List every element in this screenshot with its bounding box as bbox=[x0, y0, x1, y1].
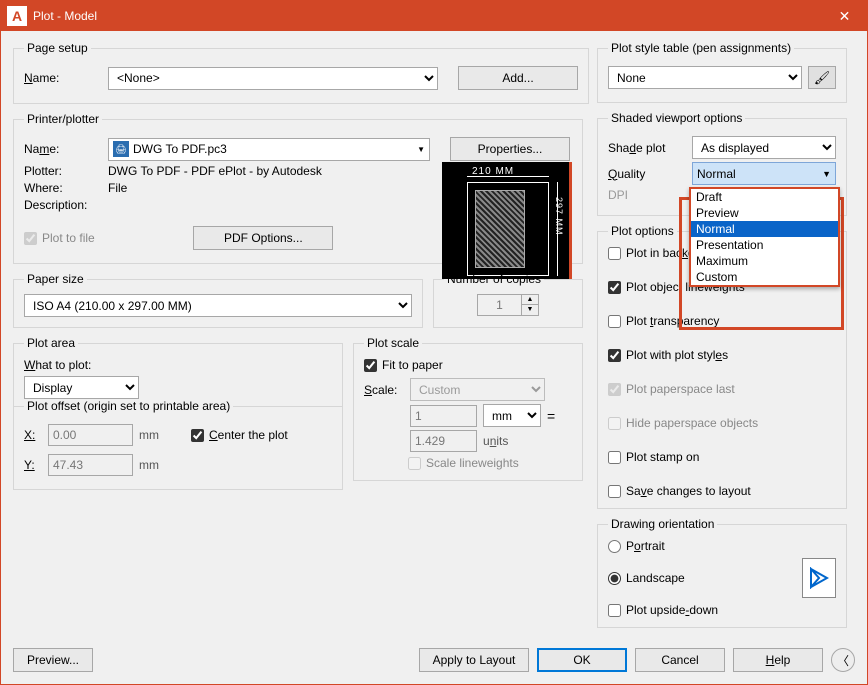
plot-offset-legend: Plot offset (origin set to printable are… bbox=[24, 399, 233, 413]
plot-style-select[interactable]: None bbox=[608, 66, 802, 89]
what-to-plot-label: What to plot: bbox=[24, 358, 332, 372]
page-setup-legend: Page setup bbox=[24, 41, 91, 55]
plot-stamp-checkbox[interactable]: Plot stamp on bbox=[608, 450, 836, 464]
shaded-viewport-group: Shaded viewport options Shade plot As di… bbox=[597, 111, 847, 216]
page-setup-group: Page setup Name: <None> Add... bbox=[13, 41, 589, 104]
preview-height-label: 297 MM bbox=[554, 197, 564, 236]
orientation-group: Drawing orientation Portrait Landscape P… bbox=[597, 517, 847, 628]
where-value: File bbox=[108, 181, 127, 195]
x-mm: mm bbox=[139, 428, 159, 442]
shade-plot-select[interactable]: As displayed bbox=[692, 136, 836, 159]
paper-preview: 210 MM 297 MM bbox=[442, 162, 572, 282]
collapse-button[interactable]: 〈 bbox=[831, 648, 855, 672]
window-title: Plot - Model bbox=[33, 9, 822, 23]
orientation-legend: Drawing orientation bbox=[608, 517, 717, 531]
hide-paperspace-checkbox: Hide paperspace objects bbox=[608, 416, 836, 430]
paper-size-legend: Paper size bbox=[24, 272, 87, 286]
paintbrush-icon: 🖌 bbox=[814, 70, 831, 86]
plot-paperspace-checkbox: Plot paperspace last bbox=[608, 382, 836, 396]
plotter-value: DWG To PDF - PDF ePlot - by Autodesk bbox=[108, 164, 322, 178]
y-label: Y: bbox=[24, 458, 42, 472]
quality-option-maximum[interactable]: Maximum bbox=[691, 253, 838, 269]
scale-lineweights-checkbox: Scale lineweights bbox=[408, 456, 572, 470]
plot-style-group: Plot style table (pen assignments) None … bbox=[597, 41, 847, 103]
description-label: Description: bbox=[24, 198, 102, 212]
properties-button[interactable]: Properties... bbox=[450, 137, 570, 161]
center-plot-checkbox[interactable]: Center the plot bbox=[191, 428, 288, 442]
copies-legend: Number of copies bbox=[444, 272, 544, 286]
ok-button[interactable]: OK bbox=[537, 648, 627, 672]
quality-option-custom[interactable]: Custom bbox=[691, 269, 838, 285]
y-mm: mm bbox=[139, 458, 159, 472]
printer-group: Printer/plotter Name: 🖨 DWG To PDF.pc3 ▼… bbox=[13, 112, 583, 264]
plot-scale-legend: Plot scale bbox=[364, 336, 422, 350]
paper-size-group: Paper size ISO A4 (210.00 x 297.00 MM) bbox=[13, 272, 423, 328]
plot-style-legend: Plot style table (pen assignments) bbox=[608, 41, 794, 55]
scale-label: Scale: bbox=[364, 383, 404, 397]
cancel-button[interactable]: Cancel bbox=[635, 648, 725, 672]
plot-styles-checkbox[interactable]: Plot with plot styles bbox=[608, 348, 836, 362]
copies-input[interactable] bbox=[477, 294, 522, 316]
plot-options-legend: Plot options bbox=[608, 224, 677, 238]
x-label: X: bbox=[24, 428, 42, 442]
quality-select[interactable]: Normal▼ Draft Preview Normal Presentatio… bbox=[692, 162, 836, 185]
app-logo-icon: A bbox=[7, 6, 27, 26]
shade-plot-label: Shade plot bbox=[608, 141, 686, 155]
landscape-radio[interactable]: Landscape bbox=[608, 571, 794, 585]
plot-to-file-checkbox: Plot to file bbox=[24, 231, 95, 245]
dpi-label: DPI bbox=[608, 188, 686, 202]
printer-name-select[interactable]: 🖨 DWG To PDF.pc3 ▼ bbox=[108, 138, 430, 161]
apply-layout-button[interactable]: Apply to Layout bbox=[419, 648, 529, 672]
portrait-radio[interactable]: Portrait bbox=[608, 539, 794, 553]
quality-label: Quality bbox=[608, 167, 686, 181]
plot-style-edit-button[interactable]: 🖌 bbox=[808, 66, 836, 89]
printer-name-label: Name: bbox=[24, 142, 102, 156]
x-input[interactable] bbox=[48, 424, 133, 446]
copies-group: Number of copies ▲▼ bbox=[433, 272, 583, 328]
pdf-options-button[interactable]: PDF Options... bbox=[193, 226, 333, 250]
scale-select[interactable]: Custom bbox=[410, 378, 545, 401]
scale-units-count[interactable] bbox=[410, 430, 477, 452]
page-setup-name-label: Name: bbox=[24, 71, 102, 85]
preview-button[interactable]: Preview... bbox=[13, 648, 93, 672]
scale-units-label: units bbox=[483, 434, 508, 448]
where-label: Where: bbox=[24, 181, 102, 195]
quality-option-normal[interactable]: Normal bbox=[691, 221, 838, 237]
quality-option-preview[interactable]: Preview bbox=[691, 205, 838, 221]
plotter-label: Plotter: bbox=[24, 164, 102, 178]
scale-unit-select[interactable]: mm bbox=[483, 404, 541, 427]
plot-area-legend: Plot area bbox=[24, 336, 78, 350]
equals-icon: = bbox=[547, 408, 555, 424]
orientation-icon bbox=[802, 558, 836, 598]
plot-dialog: A Plot - Model ✕ Page setup Name: <None>… bbox=[0, 0, 868, 685]
chevron-down-icon: ▼ bbox=[822, 169, 831, 179]
shaded-legend: Shaded viewport options bbox=[608, 111, 745, 125]
help-button[interactable]: Help bbox=[733, 648, 823, 672]
printer-icon: 🖨 bbox=[113, 141, 129, 157]
close-button[interactable]: ✕ bbox=[822, 1, 867, 31]
quality-option-draft[interactable]: Draft bbox=[691, 189, 838, 205]
scale-unit-count[interactable] bbox=[410, 405, 477, 427]
upside-down-checkbox[interactable]: Plot upside-down bbox=[608, 603, 794, 617]
add-button[interactable]: Add... bbox=[458, 66, 578, 90]
plot-offset-group: Plot offset (origin set to printable are… bbox=[13, 399, 343, 490]
what-to-plot-select[interactable]: Display bbox=[24, 376, 139, 399]
y-input[interactable] bbox=[48, 454, 133, 476]
title-bar: A Plot - Model ✕ bbox=[1, 1, 867, 31]
save-changes-checkbox[interactable]: Save changes to layout bbox=[608, 484, 836, 498]
plot-scale-group: Plot scale Fit to paper Scale: Custom mm bbox=[353, 336, 583, 481]
copies-spinner[interactable]: ▲▼ bbox=[522, 294, 539, 316]
plot-transparency-checkbox[interactable]: Plot transparency bbox=[608, 314, 836, 328]
fit-to-paper-checkbox[interactable]: Fit to paper bbox=[364, 358, 572, 372]
preview-width-label: 210 MM bbox=[472, 166, 514, 177]
chevron-left-icon: 〈 bbox=[837, 652, 849, 669]
quality-option-presentation[interactable]: Presentation bbox=[691, 237, 838, 253]
quality-dropdown[interactable]: Draft Preview Normal Presentation Maximu… bbox=[689, 187, 840, 287]
page-setup-name-select[interactable]: <None> bbox=[108, 67, 438, 90]
paper-size-select[interactable]: ISO A4 (210.00 x 297.00 MM) bbox=[24, 294, 412, 317]
printer-legend: Printer/plotter bbox=[24, 112, 102, 126]
